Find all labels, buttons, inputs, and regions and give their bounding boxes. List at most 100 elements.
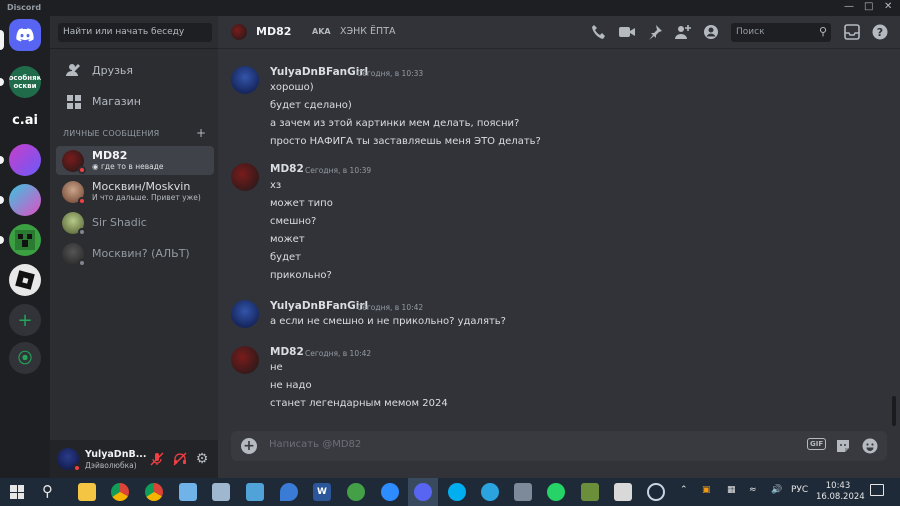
create-dm-button[interactable]: +: [196, 126, 206, 140]
add-server-button[interactable]: +: [9, 304, 41, 336]
status-offline-icon: [78, 258, 86, 267]
server-icon-5[interactable]: [9, 184, 41, 216]
message-timestamp: Сегодня, в 10:39: [305, 166, 372, 175]
tray-chevron-icon[interactable]: ⌃: [680, 485, 688, 495]
message-text: будет: [270, 252, 301, 263]
windows-start-icon[interactable]: [10, 485, 24, 499]
dm-search-input[interactable]: Найти или начать беседу: [58, 23, 212, 42]
user-avatar[interactable]: [57, 448, 81, 472]
emoji-icon[interactable]: [861, 437, 879, 455]
status-dnd-icon: [73, 464, 81, 472]
dm-item-md82[interactable]: MD82 ◉ где то в неваде: [56, 146, 214, 175]
tray-app-icon[interactable]: ▦: [727, 485, 736, 495]
message-text: просто НАФИГА ты заставляешь меня ЭТО де…: [270, 136, 541, 147]
dm-item-moskvin[interactable]: Москвин/Moskvin И что дальше. Привет уже…: [56, 177, 214, 206]
server-cai[interactable]: c.ai: [9, 104, 41, 136]
telegram-icon[interactable]: [481, 483, 499, 501]
divider: [50, 48, 218, 49]
file-explorer-icon[interactable]: [78, 483, 96, 501]
explore-servers-button[interactable]: ⦿: [9, 342, 41, 374]
volume-icon[interactable]: 🔊: [771, 485, 782, 495]
language-indicator[interactable]: РУС: [791, 485, 808, 495]
settings-gear-icon[interactable]: ⚙: [193, 450, 211, 468]
utorrent-icon[interactable]: [347, 483, 365, 501]
friends-nav[interactable]: Друзья: [58, 56, 213, 84]
tray-app-icon[interactable]: ▣: [702, 485, 711, 495]
search-placeholder: Поиск: [736, 27, 765, 37]
voice-call-icon[interactable]: [590, 23, 608, 41]
chrome-profile-icon[interactable]: [145, 483, 163, 501]
calculator-icon[interactable]: [514, 483, 532, 501]
message-list: YulyaDnBFanGirl Сегодня, в 10:33 хорошо)…: [218, 50, 900, 430]
header-nickname: ХЭНК ЁПТА: [340, 26, 396, 37]
message-input[interactable]: Написать @MD82: [269, 439, 361, 450]
roblox-icon: [15, 270, 35, 290]
gif-button[interactable]: GIF: [807, 438, 827, 450]
discord-taskbar-icon[interactable]: [414, 483, 432, 501]
steam-icon[interactable]: [647, 483, 665, 501]
dm-item-moskvin-alt[interactable]: Москвин? (АЛЬТ): [56, 239, 214, 268]
help-icon[interactable]: ?: [871, 23, 889, 41]
pinned-messages-icon[interactable]: [646, 23, 664, 41]
sticker-icon[interactable]: [834, 437, 852, 455]
dm-name: MD82: [92, 149, 128, 162]
message-author[interactable]: YulyaDnBFanGirl: [270, 300, 368, 312]
message-avatar[interactable]: [231, 300, 259, 328]
message-author[interactable]: YulyaDnBFanGirl: [270, 66, 368, 78]
server-icon-4[interactable]: [9, 144, 41, 176]
notifications-icon[interactable]: [870, 484, 884, 496]
message-avatar[interactable]: [231, 163, 259, 191]
add-friends-to-dm-icon[interactable]: [674, 23, 692, 41]
wifi-icon[interactable]: ≈: [749, 485, 757, 495]
search-icon[interactable]: ⚲: [42, 482, 53, 500]
user-status: Дэйволюбка): [85, 461, 137, 470]
shop-icon: [66, 93, 82, 109]
roblox-icon[interactable]: [614, 483, 632, 501]
message-avatar[interactable]: [231, 346, 259, 374]
message-author[interactable]: MD82: [270, 163, 304, 175]
message-text: прикольно?: [270, 270, 332, 281]
attach-plus-icon[interactable]: +: [241, 438, 257, 454]
message-author[interactable]: MD82: [270, 346, 304, 358]
minimize-icon[interactable]: —: [844, 1, 854, 12]
word-icon[interactable]: W: [313, 483, 331, 501]
server-osobnyak[interactable]: особняк оскви: [9, 66, 41, 98]
app-icon[interactable]: [246, 483, 264, 501]
message-avatar[interactable]: [231, 66, 259, 94]
dm-item-sir-shadic[interactable]: Sir Shadic: [56, 208, 214, 237]
message-text: будет сделано): [270, 100, 352, 111]
chat-header: MD82 AKA ХЭНК ЁПТА Поиск ⚲ ?: [218, 16, 900, 49]
scrollbar-thumb[interactable]: [892, 396, 896, 426]
app-icon[interactable]: [280, 483, 298, 501]
status-dnd-icon: [78, 165, 86, 174]
dm-name: Москвин/Moskvin: [92, 180, 191, 193]
app-icon[interactable]: [179, 483, 197, 501]
chrome-icon[interactable]: [111, 483, 129, 501]
deafen-icon[interactable]: [171, 450, 189, 468]
minecraft-icon[interactable]: [581, 483, 599, 501]
skype-icon[interactable]: [448, 483, 466, 501]
discord-logo-icon: [16, 28, 34, 42]
dm-sidebar: Найти или начать беседу Друзья Магазин Л…: [50, 16, 218, 478]
header-search-input[interactable]: Поиск ⚲: [731, 23, 831, 42]
server-roblox[interactable]: [9, 264, 41, 296]
app-icon[interactable]: [212, 483, 230, 501]
message-text: станет легендарным мемом 2024: [270, 398, 448, 409]
windows-taskbar: ⚲ W ⌃ ▣ ▦ ≈ 🔊 РУС 10:43 16.08.2024: [0, 478, 900, 506]
server-minecraft[interactable]: [9, 224, 41, 256]
shop-nav[interactable]: Магазин: [58, 87, 213, 115]
close-icon[interactable]: ✕: [884, 1, 892, 12]
message-text: может типо: [270, 198, 333, 209]
inbox-icon[interactable]: [843, 23, 861, 41]
user-profile-icon[interactable]: [702, 23, 720, 41]
message-text: не: [270, 362, 283, 373]
maximize-icon[interactable]: □: [864, 1, 873, 12]
whatsapp-icon[interactable]: [547, 483, 565, 501]
status-dnd-icon: [78, 196, 86, 205]
home-button[interactable]: [9, 19, 41, 51]
mute-mic-icon[interactable]: [148, 450, 166, 468]
clock[interactable]: 10:43 16.08.2024: [816, 481, 865, 503]
clock-time: 10:43: [825, 481, 851, 491]
video-call-icon[interactable]: [618, 23, 636, 41]
zoom-icon[interactable]: [381, 483, 399, 501]
